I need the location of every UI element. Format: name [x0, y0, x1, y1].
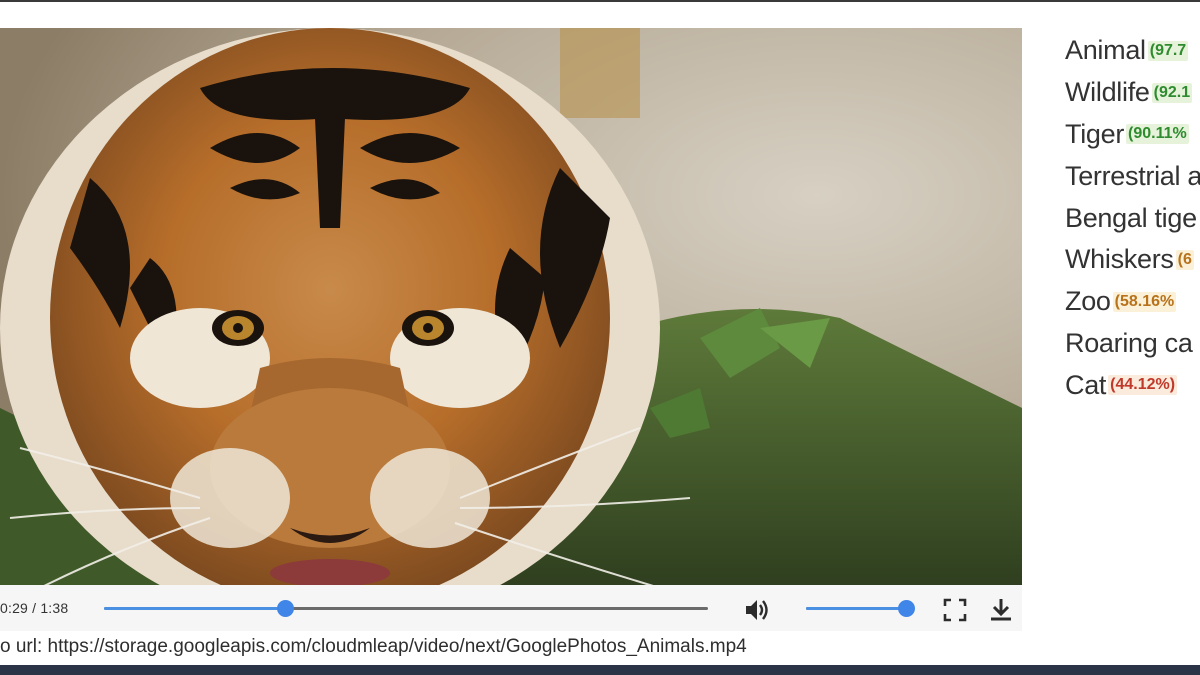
fullscreen-icon[interactable] — [941, 596, 969, 624]
volume-handle[interactable] — [898, 600, 915, 617]
label-item: Cat (44.12%) — [1065, 364, 1200, 406]
label-name: Bengal tige — [1065, 202, 1197, 233]
label-name: Roaring ca — [1065, 327, 1193, 358]
progress-fill — [104, 607, 286, 610]
label-name: Animal — [1065, 35, 1146, 66]
label-name: Cat — [1065, 369, 1107, 400]
label-item: Bengal tige — [1065, 197, 1200, 239]
label-item: Terrestrial a — [1065, 155, 1200, 197]
label-score: (6 — [1175, 249, 1194, 270]
label-score: (97.7 — [1147, 40, 1189, 61]
label-score: (44.12%) — [1108, 375, 1178, 396]
volume-slider[interactable] — [806, 600, 915, 617]
detected-labels-list: Animal (97.7 Wildlife (92.1 Tiger (90.11% T… — [1065, 30, 1200, 406]
label-name: Zoo — [1065, 286, 1111, 317]
label-item: Tiger (90.11% — [1065, 114, 1200, 156]
label-item: Roaring ca — [1065, 323, 1200, 365]
label-item: Zoo (58.16% — [1065, 281, 1200, 323]
download-icon[interactable] — [987, 596, 1015, 624]
label-item: Animal (97.7 — [1065, 30, 1200, 72]
volume-icon[interactable] — [743, 596, 771, 624]
top-bar — [0, 0, 1200, 20]
volume-fill — [806, 607, 906, 610]
label-score: (58.16% — [1112, 291, 1177, 312]
label-name: Whiskers — [1065, 244, 1174, 275]
label-item: Wildlife (92.1 — [1065, 72, 1200, 114]
label-score: (90.11% — [1126, 124, 1189, 145]
video-url: o url: https://storage.googleapis.com/cl… — [0, 636, 747, 657]
label-item: Whiskers (6 — [1065, 239, 1200, 281]
label-name: Terrestrial a — [1065, 160, 1200, 191]
time-display: 0:29 / 1:38 — [0, 600, 69, 616]
bottom-bar — [0, 665, 1200, 675]
label-name: Wildlife — [1065, 77, 1150, 108]
video-player[interactable] — [0, 28, 1022, 585]
video-frame-image — [0, 28, 1022, 585]
label-name: Tiger — [1065, 118, 1125, 149]
label-score: (92.1 — [1151, 82, 1193, 103]
progress-slider[interactable] — [104, 600, 708, 617]
